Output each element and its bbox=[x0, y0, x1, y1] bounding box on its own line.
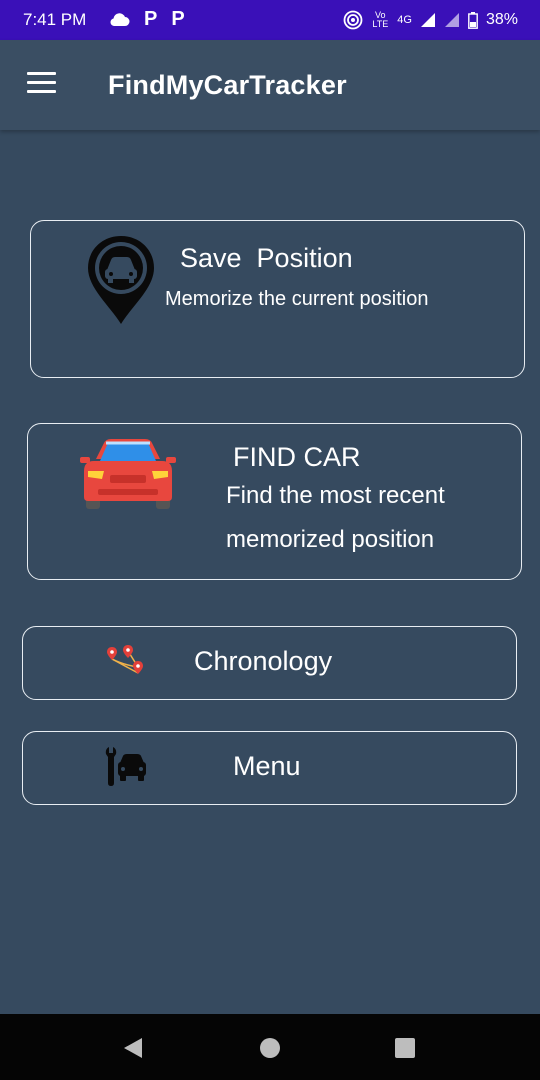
find-car-line2: memorized position bbox=[226, 526, 435, 553]
status-right-icons: Vo LTE 4G 38% bbox=[343, 10, 518, 30]
recents-icon[interactable] bbox=[395, 1038, 415, 1058]
hamburger-icon[interactable] bbox=[27, 72, 56, 94]
signal-icon bbox=[444, 13, 459, 27]
status-left-icons: P P bbox=[108, 9, 185, 29]
red-car-icon bbox=[80, 439, 176, 509]
home-icon[interactable] bbox=[259, 1037, 281, 1059]
chronology-button[interactable]: Chronology bbox=[22, 626, 517, 700]
cloud-icon bbox=[110, 13, 130, 26]
car-location-pin-icon bbox=[88, 236, 154, 324]
save-position-subtitle: Memorize the current position bbox=[165, 288, 429, 310]
find-car-title: FIND CAR bbox=[233, 442, 361, 472]
status-time: 7:41 PM bbox=[23, 10, 87, 29]
menu-label: Menu bbox=[233, 751, 301, 781]
battery-icon bbox=[468, 11, 478, 29]
find-car-button[interactable]: FIND CAR Find the most recent memorized … bbox=[27, 423, 522, 580]
volte-indicator: Vo LTE bbox=[372, 10, 389, 29]
network-type: 4G bbox=[397, 14, 412, 26]
save-position-title: Save Position bbox=[180, 243, 353, 273]
save-position-button[interactable]: Save Position Memorize the current posit… bbox=[30, 220, 525, 378]
parking-p-icon: P bbox=[171, 8, 185, 30]
battery-level: 38% bbox=[485, 11, 518, 28]
hotspot-icon bbox=[343, 10, 363, 30]
system-navigation-bar bbox=[0, 1014, 540, 1080]
back-icon[interactable] bbox=[122, 1036, 144, 1060]
car-wrench-icon bbox=[105, 747, 146, 786]
parking-p-icon: P bbox=[144, 8, 158, 30]
route-pins-icon bbox=[107, 645, 143, 674]
status-bar: 7:41 PM P P Vo LTE 4G 38% bbox=[0, 0, 540, 40]
find-car-line1: Find the most recent bbox=[226, 482, 445, 509]
app-title: FindMyCarTracker bbox=[108, 70, 347, 100]
menu-button[interactable]: Menu bbox=[22, 731, 517, 805]
chronology-label: Chronology bbox=[194, 646, 333, 676]
signal-icon bbox=[420, 13, 435, 27]
app-toolbar: FindMyCarTracker bbox=[0, 40, 540, 130]
